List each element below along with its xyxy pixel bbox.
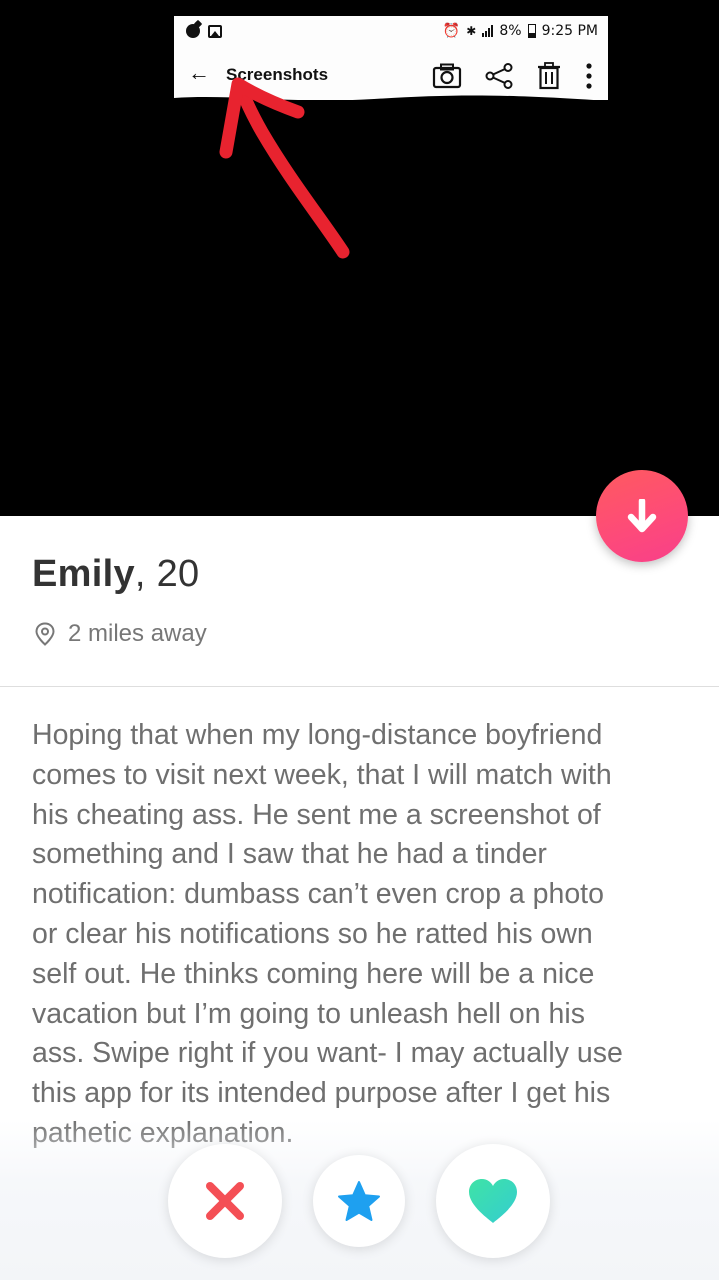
super-like-button[interactable] [313,1155,405,1247]
camera-icon [432,63,462,89]
alarm-icon: ⏰ [442,23,461,39]
signal-icon [482,25,494,37]
trash-icon [538,62,560,90]
battery-percent: 8% [499,23,522,39]
x-icon [206,1182,244,1220]
location-pin-icon [35,622,55,646]
embedded-status-bar: ⏰ ✱ 8% 9:25 PM [174,16,608,50]
profile-age: , 20 [134,553,200,595]
status-time: 9:25 PM [541,23,598,39]
heart-icon [469,1179,517,1223]
section-divider [0,686,719,687]
star-icon [338,1181,380,1221]
share-icon [485,63,513,89]
profile-photo[interactable]: ⏰ ✱ 8% 9:25 PM ← Screenshots [0,0,719,516]
back-arrow-icon: ← [188,60,210,85]
nope-button[interactable] [168,1144,282,1258]
bluetooth-icon: ✱ [466,24,477,38]
more-vert-icon [586,63,592,89]
arrow-down-icon [627,499,657,533]
like-button[interactable] [436,1144,550,1258]
distance-row: 2 miles away [34,620,207,648]
red-annotation-arrow [219,77,350,259]
battery-icon [527,24,536,38]
distance-text: 2 miles away [68,620,207,647]
tinder-flame-icon [186,24,200,38]
profile-name: Emily [32,553,135,595]
collapse-profile-button[interactable] [596,470,688,562]
profile-name-age: Emily, 20 [32,553,199,596]
profile-bio: Hoping that when my long-distance boyfri… [32,719,623,1149]
image-notification-icon [208,24,222,38]
